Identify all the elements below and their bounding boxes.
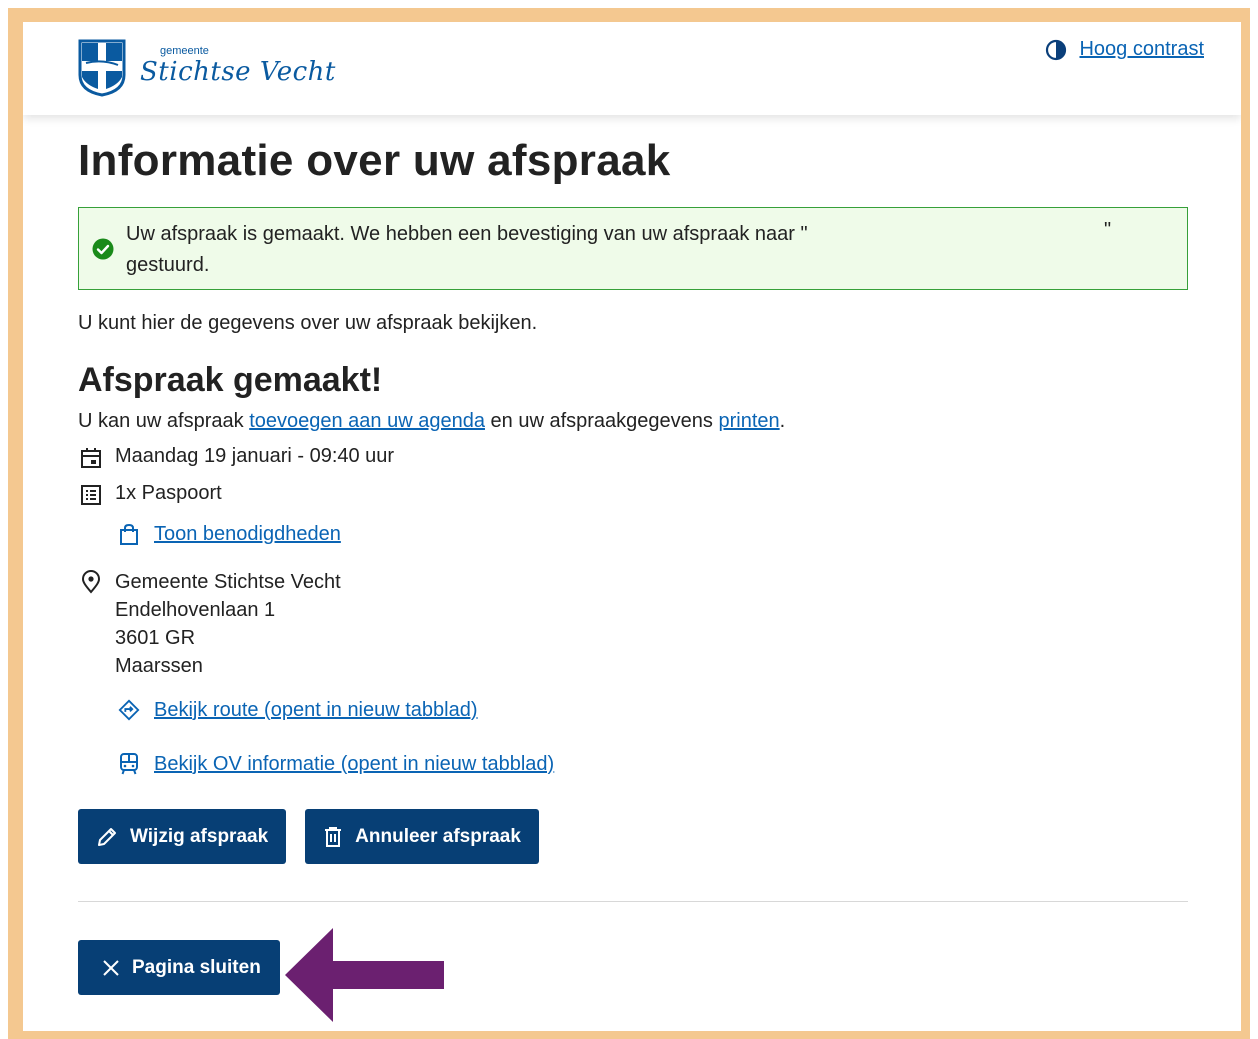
appointment-datetime-row: Maandag 19 januari - 09:40 uur: [78, 445, 1188, 469]
site-header: gemeente Stichtse Vecht Hoog contrast: [23, 22, 1241, 115]
alert-message: Uw afspraak is gemaakt. We hebben een be…: [126, 219, 1166, 281]
edit-appointment-button[interactable]: Wijzig afspraak: [78, 809, 287, 865]
location-address: Gemeente Stichtse Vecht Endelhovenlaan 1…: [115, 568, 341, 680]
public-transport-link[interactable]: Bekijk OV informatie (opent in nieuw tab…: [154, 753, 554, 776]
action-buttons: Wijzig afspraak Annuleer afspraak: [78, 809, 1188, 865]
bus-icon: [118, 752, 140, 776]
product-row: 1x Paspoort: [78, 482, 1188, 506]
trash-icon: [325, 826, 342, 847]
page: gemeente Stichtse Vecht Hoog contrast In…: [23, 22, 1241, 1031]
add-to-calendar-link[interactable]: toevoegen aan uw agenda: [249, 410, 485, 432]
calendar-icon: [78, 445, 104, 469]
alert-line-1: Uw afspraak is gemaakt. We hebben een be…: [126, 223, 808, 246]
location-city: Maarssen: [115, 655, 203, 678]
logo-small-text: gemeente: [160, 45, 209, 57]
shopping-bag-icon: [118, 523, 140, 546]
intro-text: U kunt hier de gegevens over uw afspraak…: [78, 312, 538, 335]
close-page-button[interactable]: Pagina sluiten: [78, 940, 280, 996]
product-text: 1x Paspoort: [115, 482, 222, 505]
list-icon: [78, 482, 104, 506]
location-pin-icon: [78, 568, 104, 594]
route-row[interactable]: Bekijk route (opent in nieuw tabblad): [118, 698, 1188, 722]
cancel-appointment-label: Annuleer afspraak: [355, 825, 521, 847]
directions-icon: [118, 698, 140, 722]
close-page-label: Pagina sluiten: [132, 956, 261, 978]
page-title: Informatie over uw afspraak: [78, 136, 671, 185]
location-name: Gemeente Stichtse Vecht: [115, 571, 341, 594]
main-content: Informatie over uw afspraak Uw afspraak …: [78, 136, 1188, 996]
divider: [78, 901, 1188, 903]
view-route-link[interactable]: Bekijk route (opent in nieuw tabblad): [154, 699, 478, 722]
lead-post: .: [779, 410, 786, 433]
public-transport-row[interactable]: Bekijk OV informatie (opent in nieuw tab…: [118, 752, 1188, 776]
high-contrast-toggle[interactable]: Hoog contrast: [1045, 38, 1204, 61]
lead-pre: U kan uw afspraak: [78, 410, 250, 433]
appointment-datetime: Maandag 19 januari - 09:40 uur: [115, 445, 395, 468]
alert-line-2: gestuurd.: [126, 254, 210, 277]
pencil-icon: [98, 827, 116, 846]
annotation-arrow-icon: [285, 928, 444, 1022]
coat-of-arms-icon: [78, 39, 126, 97]
requirements-row[interactable]: Toon benodigdheden: [118, 523, 1188, 546]
section-title: Afspraak gemaakt!: [78, 361, 383, 400]
print-link[interactable]: printen: [718, 410, 779, 432]
location-postcode: 3601 GR: [115, 627, 196, 650]
success-alert: Uw afspraak is gemaakt. We hebben een be…: [78, 207, 1188, 291]
location-row: Gemeente Stichtse Vecht Endelhovenlaan 1…: [78, 568, 1188, 680]
alert-quote-close: ": [1104, 219, 1112, 242]
show-requirements-link[interactable]: Toon benodigdheden: [154, 523, 341, 546]
check-circle-icon: [92, 238, 114, 260]
cancel-appointment-button[interactable]: Annuleer afspraak: [305, 809, 539, 865]
edit-appointment-label: Wijzig afspraak: [130, 825, 269, 847]
municipality-logo[interactable]: gemeente Stichtse Vecht: [78, 39, 336, 97]
logo-text: gemeente Stichtse Vecht: [140, 39, 336, 87]
location-street: Endelhovenlaan 1: [115, 599, 276, 622]
lead-text: U kan uw afspraak toevoegen aan uw agend…: [78, 410, 1188, 433]
close-icon: [103, 960, 119, 976]
close-button-row: Pagina sluiten: [78, 940, 1188, 996]
lead-mid: en uw afspraakgegevens: [484, 410, 719, 433]
contrast-icon: [1046, 39, 1067, 60]
high-contrast-link[interactable]: Hoog contrast: [1079, 38, 1204, 61]
logo-big-text: Stichtse Vecht: [140, 57, 336, 87]
